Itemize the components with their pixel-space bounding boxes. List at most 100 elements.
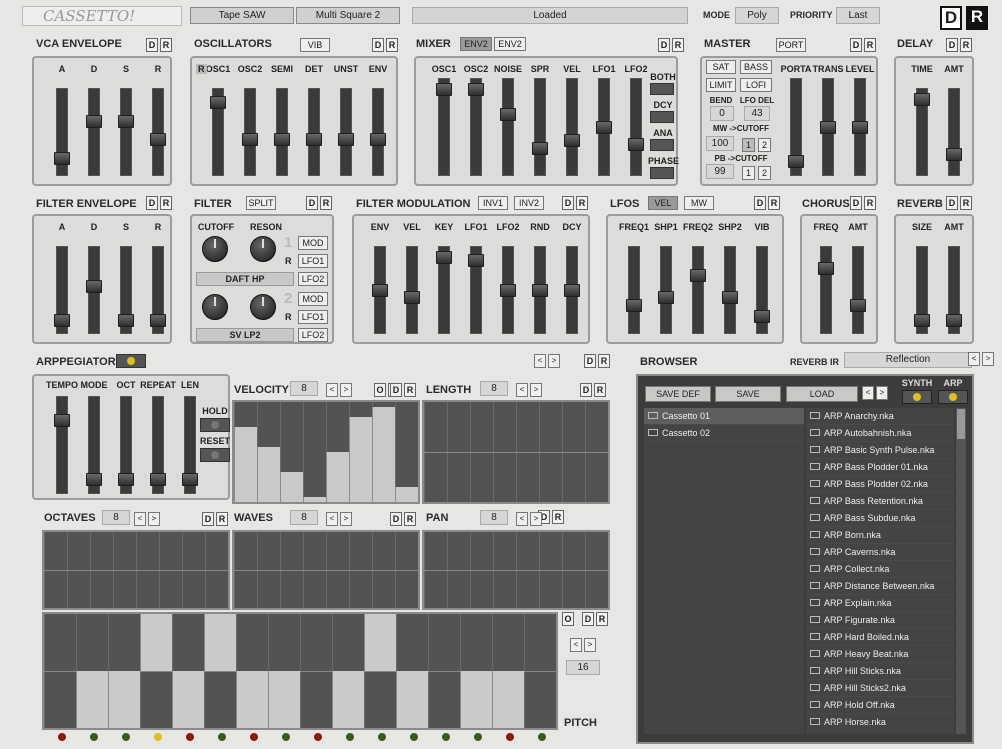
reverb-slider-handle[interactable]: [946, 313, 962, 327]
lfo-slider[interactable]: [658, 246, 674, 334]
filter2-lfo2-button[interactable]: LFO2: [298, 328, 328, 342]
vca-slider-handle[interactable]: [118, 114, 134, 128]
random-button[interactable]: R: [160, 196, 172, 210]
osc-slider[interactable]: [306, 88, 322, 176]
default-button[interactable]: D: [850, 38, 862, 52]
random-button[interactable]: R: [386, 38, 398, 52]
mixer-slider-handle[interactable]: [596, 121, 612, 134]
filtermod-slider-handle[interactable]: [564, 284, 580, 297]
filtermod-slider[interactable]: [372, 246, 388, 334]
mixer-slider-handle[interactable]: [500, 108, 516, 122]
default-button[interactable]: D: [562, 196, 574, 210]
filtermod-slider-handle[interactable]: [436, 250, 452, 264]
file-item[interactable]: ARP Basic Synth Pulse.nka: [806, 442, 954, 459]
lfo-mw-button[interactable]: MW: [684, 196, 714, 210]
mixer-ana-toggle[interactable]: [650, 139, 674, 151]
scrollbar[interactable]: [956, 408, 966, 734]
filtermod-slider[interactable]: [468, 246, 484, 334]
file-item[interactable]: ARP Anarchy.nka: [806, 408, 954, 425]
chorus-slider-handle[interactable]: [818, 261, 834, 275]
vca-slider-handle[interactable]: [150, 133, 166, 147]
vca-slider-handle[interactable]: [54, 151, 70, 165]
file-item[interactable]: ARP Distance Between.nka: [806, 578, 954, 595]
master-slider[interactable]: [820, 78, 836, 176]
chorus-slider[interactable]: [850, 246, 866, 334]
filter2-mod-button[interactable]: MOD: [298, 292, 328, 306]
filter1-lfo1-button[interactable]: LFO1: [298, 254, 328, 268]
limit-button[interactable]: LIMIT: [706, 78, 736, 92]
default-button[interactable]: D: [946, 38, 958, 52]
lfo-slider[interactable]: [754, 246, 770, 334]
filterenv-slider-handle[interactable]: [150, 313, 166, 327]
mixer-phase-toggle[interactable]: [650, 167, 674, 179]
filtermod-slider[interactable]: [404, 246, 420, 334]
file-item[interactable]: ARP Bass Subdue.nka: [806, 510, 954, 527]
master-slider-handle[interactable]: [820, 121, 836, 134]
save-button[interactable]: SAVE: [715, 386, 781, 402]
order-button[interactable]: O: [562, 612, 574, 626]
random-button[interactable]: R: [598, 354, 610, 368]
arrow-right-button[interactable]: >: [548, 354, 560, 368]
filter1-lfo2-button[interactable]: LFO2: [298, 272, 328, 286]
scrollbar-thumb[interactable]: [957, 409, 965, 439]
split-button[interactable]: SPLIT: [246, 196, 276, 210]
random-button[interactable]: R: [594, 383, 606, 397]
delay-slider-handle[interactable]: [946, 148, 962, 162]
lfo-slider-handle[interactable]: [754, 309, 770, 323]
random-button[interactable]: R: [552, 510, 564, 524]
length-steps[interactable]: 8: [480, 381, 508, 396]
random-button[interactable]: R: [672, 38, 684, 52]
random-button[interactable]: R: [768, 196, 780, 210]
pitch-grid[interactable]: [42, 612, 558, 730]
mw-2-button[interactable]: 2: [758, 138, 771, 152]
mode-select[interactable]: Poly: [735, 7, 779, 24]
file-item[interactable]: ARP Caverns.nka: [806, 544, 954, 561]
env2b-button[interactable]: ENV2: [494, 37, 526, 51]
filtermod-slider-handle[interactable]: [468, 254, 484, 268]
mw-cutoff-value[interactable]: 100: [706, 136, 734, 151]
arrow-left-button[interactable]: <: [516, 383, 528, 397]
filtermod-slider[interactable]: [532, 246, 548, 334]
arrow-left-button[interactable]: <: [862, 386, 874, 400]
file-item[interactable]: ARP Bass Retention.nka: [806, 493, 954, 510]
order-button[interactable]: O: [374, 383, 386, 397]
random-button[interactable]: R: [576, 196, 588, 210]
pb-1-button[interactable]: 1: [742, 166, 755, 180]
cutoff2-knob[interactable]: [202, 294, 228, 320]
default-button[interactable]: D: [850, 196, 862, 210]
mixer-slider-handle[interactable]: [628, 137, 644, 151]
file-item[interactable]: ARP Bass Plodder 02.nka: [806, 476, 954, 493]
mixer-slider[interactable]: [628, 78, 644, 176]
arrow-left-button[interactable]: <: [534, 354, 546, 368]
random-button[interactable]: R: [960, 196, 972, 210]
random-button[interactable]: R: [404, 512, 416, 526]
lfodel-value[interactable]: 43: [744, 106, 770, 121]
default-button[interactable]: D: [658, 38, 670, 52]
arrow-left-button[interactable]: <: [326, 512, 338, 526]
osc-slider-handle[interactable]: [242, 133, 258, 147]
arp-slider[interactable]: [118, 396, 134, 494]
filter1-r[interactable]: R: [285, 256, 292, 266]
default-button[interactable]: D: [306, 196, 318, 210]
osc-slider[interactable]: [210, 88, 226, 176]
inv2-button[interactable]: INV2: [514, 196, 544, 210]
arp-toggle[interactable]: [116, 354, 146, 368]
pan-steps[interactable]: 8: [480, 510, 508, 525]
vca-slider[interactable]: [150, 88, 166, 176]
default-button[interactable]: D: [146, 38, 158, 52]
file-item[interactable]: ARP Hold Off.nka: [806, 697, 954, 714]
arrow-left-button[interactable]: <: [570, 638, 582, 652]
mixer-both-toggle[interactable]: [650, 83, 674, 95]
osc-slider-handle[interactable]: [210, 96, 226, 110]
pan-grid[interactable]: [422, 530, 610, 610]
filtermod-slider-handle[interactable]: [500, 284, 516, 297]
filtermod-slider-handle[interactable]: [532, 284, 548, 297]
arrow-left-button[interactable]: <: [134, 512, 146, 526]
lfo-vel-button[interactable]: VEL: [648, 196, 678, 210]
osc-slider-handle[interactable]: [370, 133, 386, 147]
mixer-slider[interactable]: [532, 78, 548, 176]
priority-select[interactable]: Last: [836, 7, 880, 24]
mixer-dcy-toggle[interactable]: [650, 111, 674, 123]
length-grid[interactable]: [422, 400, 610, 504]
arrow-right-button[interactable]: >: [530, 383, 542, 397]
